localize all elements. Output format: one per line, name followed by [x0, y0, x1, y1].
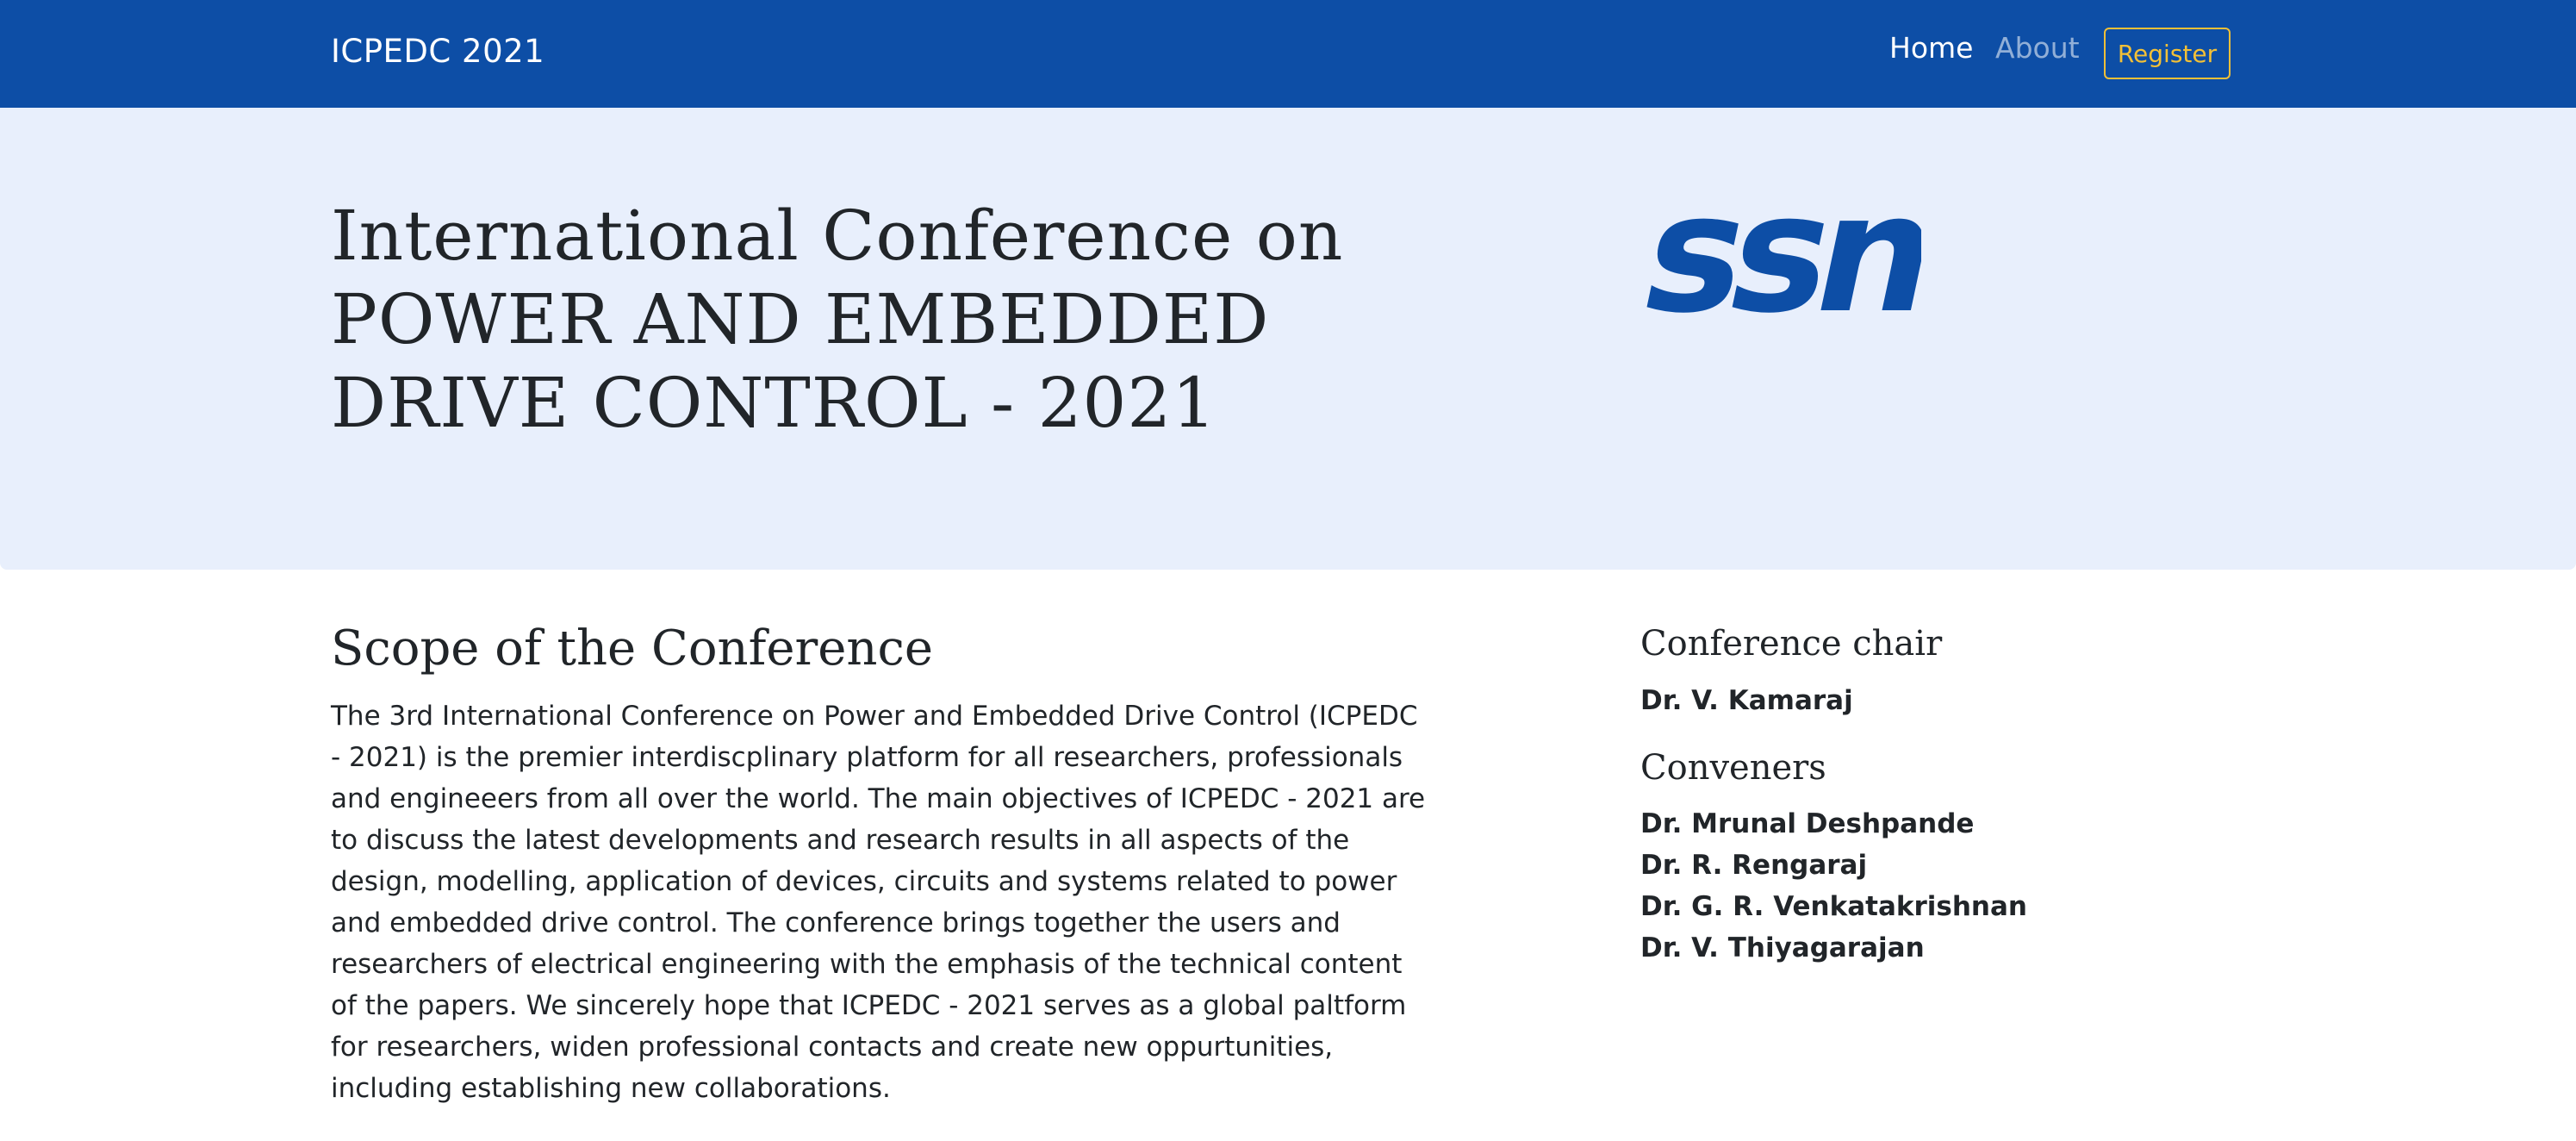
brand-link[interactable]: ICPEDC 2021: [331, 33, 544, 70]
conveners-heading: Conveners: [1640, 748, 1826, 788]
nav-about-link[interactable]: About: [1995, 31, 2080, 65]
nav-home-link[interactable]: Home: [1889, 31, 1973, 65]
scope-heading: Scope of the Conference: [331, 620, 933, 676]
convener-name: Dr. Mrunal Deshpande: [1640, 808, 1975, 839]
ssn-logo-text: ssn: [1637, 194, 1921, 319]
hero-title-line: International Conference on: [331, 196, 1344, 276]
hero-title-line: DRIVE CONTROL - 2021: [331, 363, 1217, 443]
conference-chair-heading: Conference chair: [1640, 624, 1943, 664]
register-button[interactable]: Register: [2104, 28, 2231, 79]
chair-name: Dr. V. Kamaraj: [1640, 685, 1853, 716]
top-navbar: ICPEDC 2021 Home About Register: [0, 0, 2576, 108]
hero-title: International Conference on POWER AND EM…: [331, 194, 1365, 445]
convener-name: Dr. V. Thiyagarajan: [1640, 932, 1925, 963]
hero-section: International Conference on POWER AND EM…: [0, 108, 2576, 570]
convener-name: Dr. R. Rengaraj: [1640, 850, 1868, 881]
hero-title-line: POWER AND EMBEDDED: [331, 279, 1270, 359]
convener-name: Dr. G. R. Venkatakrishnan: [1640, 891, 2027, 922]
scope-description: The 3rd International Conference on Powe…: [331, 701, 1426, 1104]
ssn-logo: ssn: [1637, 194, 1921, 319]
